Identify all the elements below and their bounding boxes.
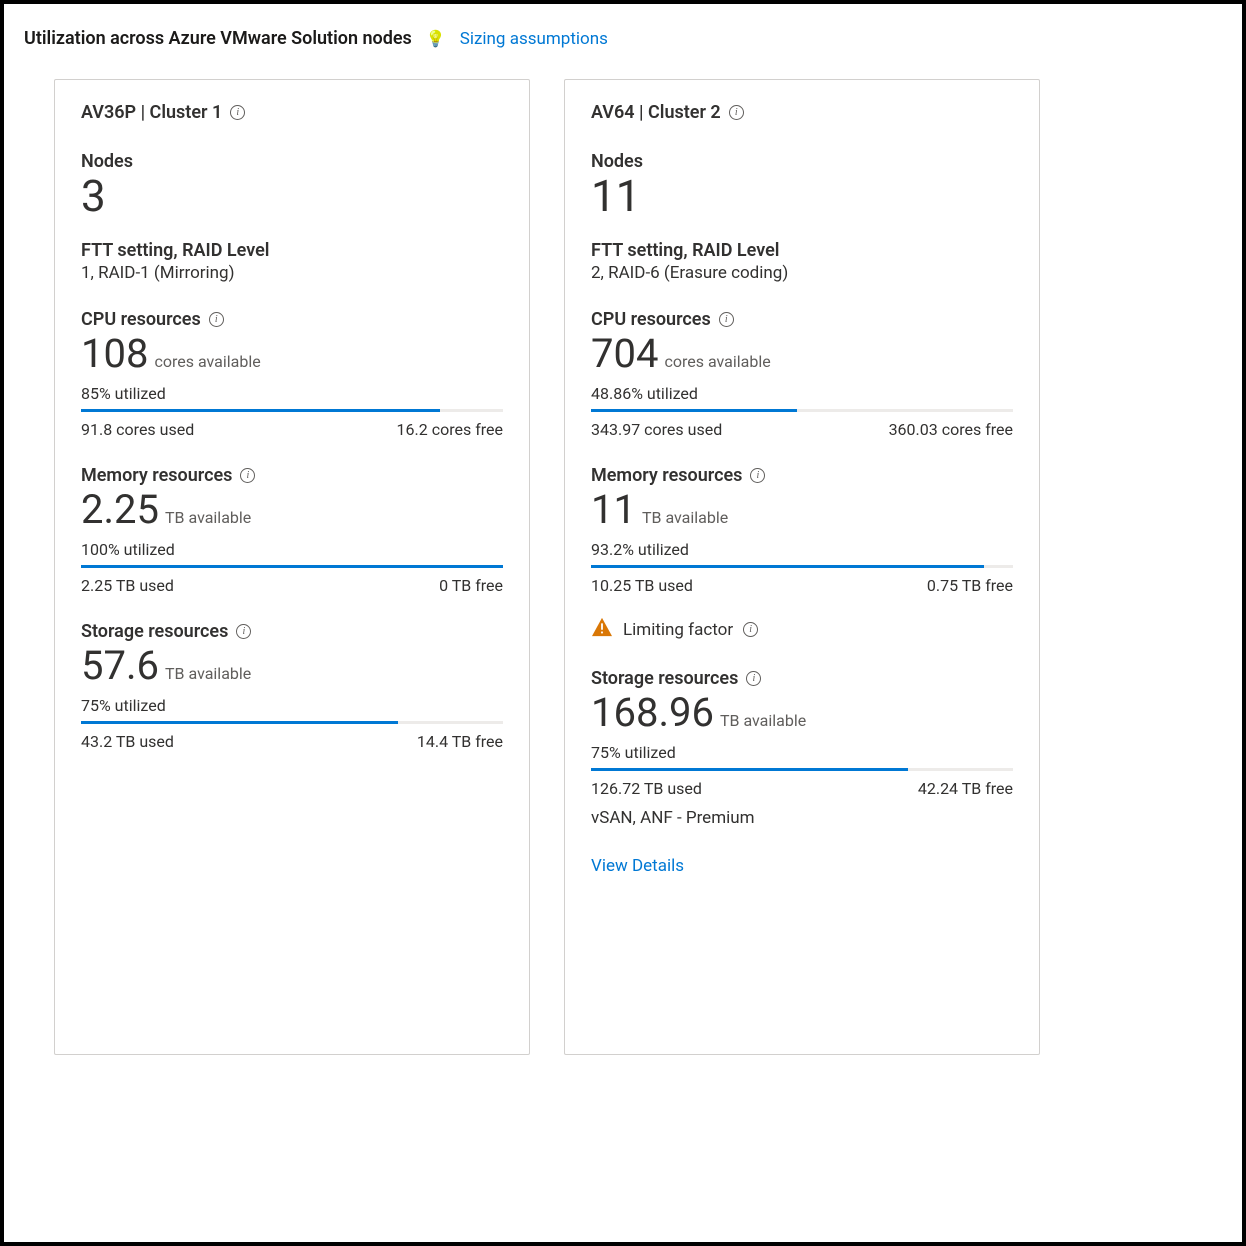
memory-free: 0 TB free bbox=[439, 576, 503, 595]
storage-value: 57.6 bbox=[81, 646, 159, 686]
limiting-factor-label: Limiting factor bbox=[623, 620, 733, 640]
cpu-used: 343.97 cores used bbox=[591, 420, 722, 439]
view-details-link[interactable]: View Details bbox=[591, 856, 684, 876]
info-icon[interactable]: i bbox=[240, 468, 255, 483]
memory-utilized: 100% utilized bbox=[81, 540, 503, 559]
cpu-unit: cores available bbox=[664, 352, 770, 371]
cpu-free: 360.03 cores free bbox=[889, 420, 1013, 439]
storage-bar bbox=[81, 721, 503, 724]
storage-unit: TB available bbox=[720, 711, 806, 730]
info-icon[interactable]: i bbox=[230, 105, 245, 120]
info-icon[interactable]: i bbox=[719, 312, 734, 327]
nodes-label: Nodes bbox=[591, 151, 1013, 172]
memory-free: 0.75 TB free bbox=[927, 576, 1013, 595]
info-icon[interactable]: i bbox=[750, 468, 765, 483]
cluster-title: AV64 | Cluster 2 bbox=[591, 102, 721, 123]
cluster-card-2: AV64 | Cluster 2 i Nodes 11 FTT setting,… bbox=[564, 79, 1040, 1055]
info-icon[interactable]: i bbox=[209, 312, 224, 327]
memory-used: 10.25 TB used bbox=[591, 576, 693, 595]
storage-unit: TB available bbox=[165, 664, 251, 683]
nodes-value: 11 bbox=[591, 174, 1013, 218]
storage-utilized: 75% utilized bbox=[591, 743, 1013, 762]
memory-utilized: 93.2% utilized bbox=[591, 540, 1013, 559]
memory-label: Memory resources bbox=[591, 465, 742, 486]
memory-bar bbox=[81, 565, 503, 568]
info-icon[interactable]: i bbox=[236, 624, 251, 639]
ftt-value: 1, RAID-1 (Mirroring) bbox=[81, 263, 503, 283]
storage-used: 43.2 TB used bbox=[81, 732, 174, 751]
cluster-title: AV36P | Cluster 1 bbox=[81, 102, 222, 123]
cpu-utilized: 48.86% utilized bbox=[591, 384, 1013, 403]
cpu-bar bbox=[81, 409, 503, 412]
info-icon[interactable]: i bbox=[746, 671, 761, 686]
cpu-value: 108 bbox=[81, 334, 148, 374]
storage-extra: vSAN, ANF - Premium bbox=[591, 808, 1013, 828]
storage-bar bbox=[591, 768, 1013, 771]
ftt-value: 2, RAID-6 (Erasure coding) bbox=[591, 263, 1013, 283]
storage-free: 14.4 TB free bbox=[417, 732, 503, 751]
memory-used: 2.25 TB used bbox=[81, 576, 174, 595]
storage-label: Storage resources bbox=[591, 668, 738, 689]
memory-unit: TB available bbox=[165, 508, 251, 527]
sizing-assumptions-link[interactable]: Sizing assumptions bbox=[460, 29, 608, 49]
memory-label: Memory resources bbox=[81, 465, 232, 486]
warning-icon bbox=[591, 617, 613, 642]
ftt-label: FTT setting, RAID Level bbox=[591, 240, 1013, 261]
cpu-bar bbox=[591, 409, 1013, 412]
storage-free: 42.24 TB free bbox=[918, 779, 1013, 798]
nodes-label: Nodes bbox=[81, 151, 503, 172]
info-icon[interactable]: i bbox=[743, 622, 758, 637]
cpu-unit: cores available bbox=[154, 352, 260, 371]
ftt-label: FTT setting, RAID Level bbox=[81, 240, 503, 261]
memory-value: 2.25 bbox=[81, 490, 159, 530]
cluster-card-1: AV36P | Cluster 1 i Nodes 3 FTT setting,… bbox=[54, 79, 530, 1055]
bulb-icon: 💡 bbox=[426, 29, 446, 48]
cpu-label: CPU resources bbox=[81, 309, 201, 330]
storage-label: Storage resources bbox=[81, 621, 228, 642]
memory-unit: TB available bbox=[642, 508, 728, 527]
cpu-label: CPU resources bbox=[591, 309, 711, 330]
cpu-utilized: 85% utilized bbox=[81, 384, 503, 403]
cpu-value: 704 bbox=[591, 334, 658, 374]
nodes-value: 3 bbox=[81, 174, 503, 218]
info-icon[interactable]: i bbox=[729, 105, 744, 120]
memory-bar bbox=[591, 565, 1013, 568]
storage-used: 126.72 TB used bbox=[591, 779, 702, 798]
cpu-free: 16.2 cores free bbox=[397, 420, 503, 439]
storage-utilized: 75% utilized bbox=[81, 696, 503, 715]
storage-value: 168.96 bbox=[591, 693, 714, 733]
memory-value: 11 bbox=[591, 490, 636, 530]
page-title: Utilization across Azure VMware Solution… bbox=[24, 28, 412, 49]
cpu-used: 91.8 cores used bbox=[81, 420, 194, 439]
